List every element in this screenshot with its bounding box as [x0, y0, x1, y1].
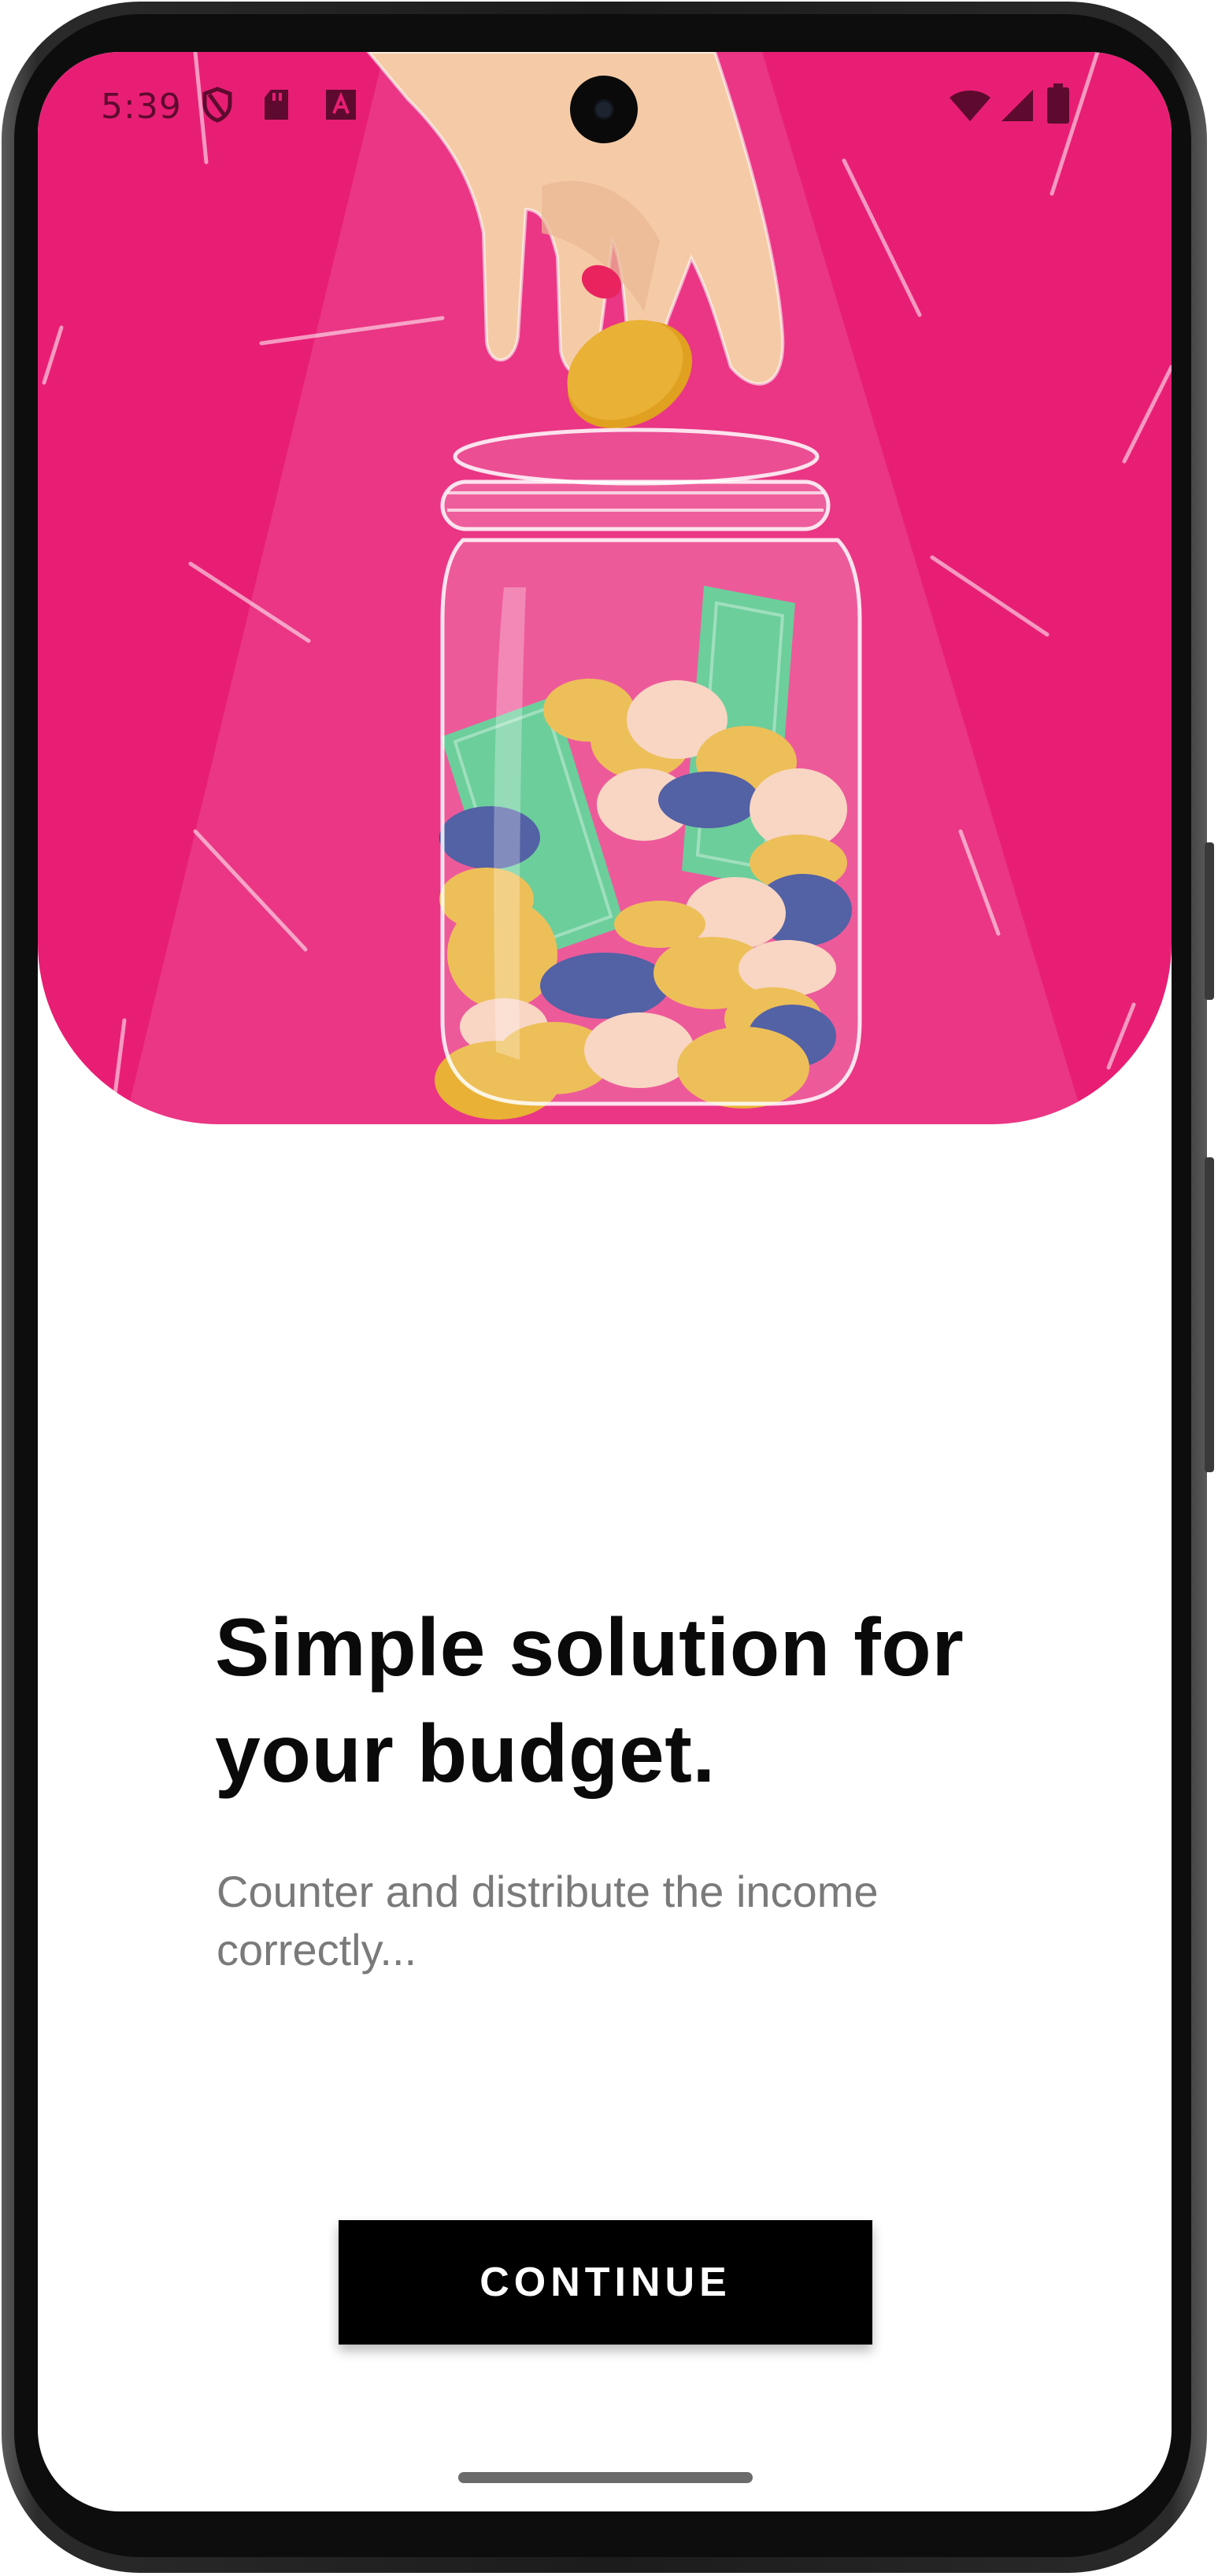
- status-bar: 5:39: [38, 52, 1172, 162]
- continue-button[interactable]: CONTINUE: [339, 2220, 872, 2345]
- continue-button-label: CONTINUE: [479, 2260, 731, 2305]
- front-camera: [570, 76, 638, 143]
- status-time: 5:39: [101, 87, 182, 127]
- hero-illustration-panel: 5:39: [38, 52, 1172, 1124]
- onboarding-headline: Simple solution for your budget.: [215, 1602, 964, 1800]
- app-screen: 5:39 Simple solution for your budget. Co…: [38, 52, 1172, 2511]
- phone-device-frame: 5:39 Simple solution for your budget. Co…: [0, 0, 1218, 2576]
- home-indicator[interactable]: [458, 2472, 753, 2483]
- money-jar-illustration: [42, 52, 1172, 1124]
- volume-button: [1205, 1157, 1214, 1472]
- onboarding-subtext: Counter and distribute the income correc…: [217, 1867, 879, 1975]
- power-button: [1205, 842, 1214, 1000]
- glass-jar: [440, 427, 862, 1106]
